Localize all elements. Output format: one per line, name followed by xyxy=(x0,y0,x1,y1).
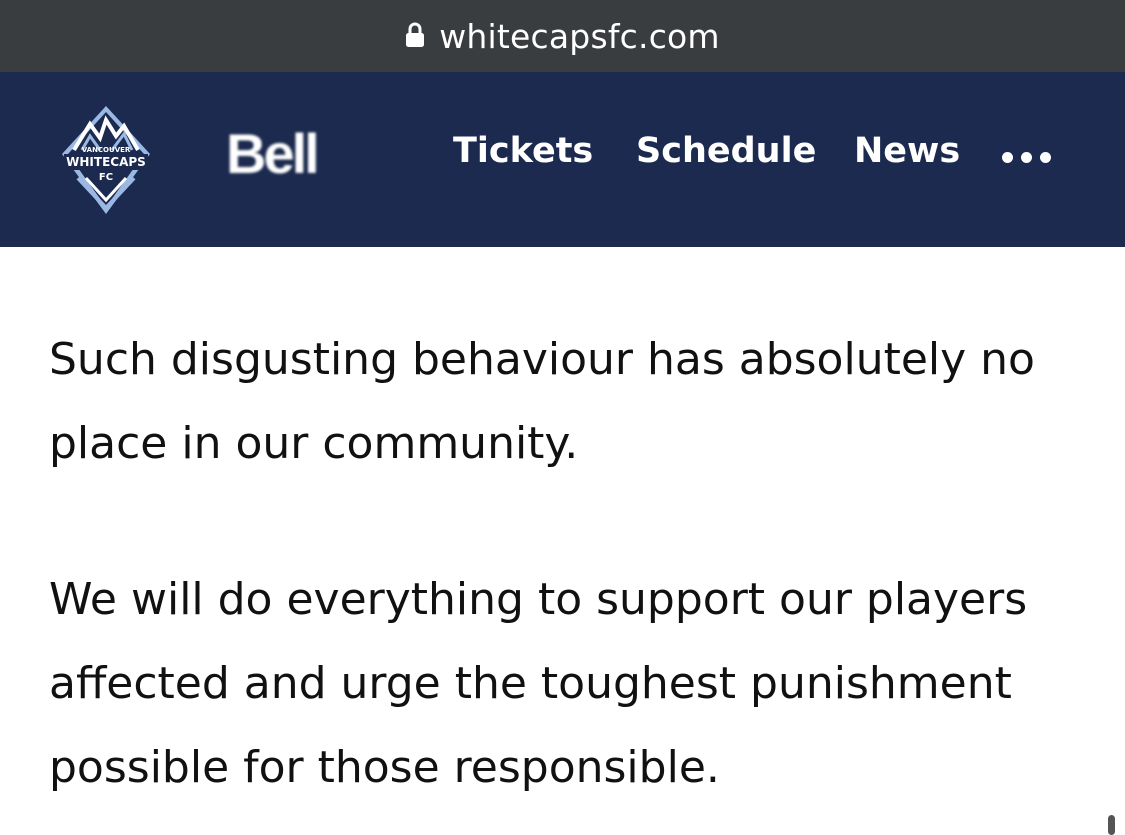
url-text: whitecapsfc.com xyxy=(439,16,720,56)
article-body: Such disgusting behaviour has absolutely… xyxy=(49,318,1089,810)
dot xyxy=(1002,152,1013,163)
browser-url-bar[interactable]: whitecapsfc.com xyxy=(0,0,1125,72)
dot xyxy=(1040,152,1051,163)
club-crest-logo[interactable]: VANCOUVER WHITECAPS FC xyxy=(60,104,152,216)
more-dots-icon[interactable] xyxy=(1002,152,1072,168)
scrollbar-thumb[interactable] xyxy=(1108,815,1115,835)
dot xyxy=(1021,152,1032,163)
lock-icon xyxy=(405,22,425,52)
site-header: VANCOUVER WHITECAPS FC Bell Tickets Sche… xyxy=(0,72,1125,247)
crest-text-line1: VANCOUVER xyxy=(82,146,131,154)
article-paragraph-1: Such disgusting behaviour has absolutely… xyxy=(49,334,1035,469)
nav-news[interactable]: News xyxy=(854,134,960,169)
crest-text-line2: WHITECAPS xyxy=(66,155,146,169)
nav-tickets[interactable]: Tickets xyxy=(453,134,593,169)
nav-schedule[interactable]: Schedule xyxy=(636,134,816,169)
sponsor-logo[interactable]: Bell xyxy=(226,126,320,182)
article-paragraph-2: We will do everything to support our pla… xyxy=(49,574,1028,793)
crest-text-line3: FC xyxy=(99,172,113,183)
